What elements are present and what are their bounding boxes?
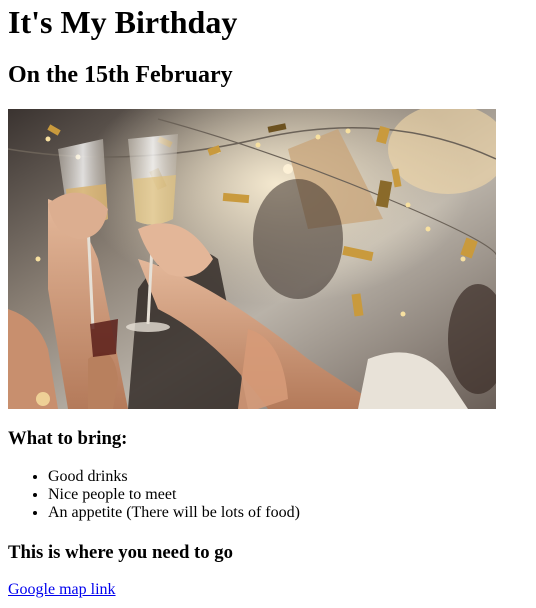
list-item: Good drinks <box>48 468 300 486</box>
bring-list: Good drinks Nice people to meet An appet… <box>8 468 300 522</box>
directions-heading: This is where you need to go <box>8 542 233 563</box>
list-item: Nice people to meet <box>48 486 300 504</box>
page-subtitle: On the 15th February <box>8 62 233 88</box>
party-photo <box>8 109 496 409</box>
list-item: An appetite (There will be lots of food) <box>48 504 300 522</box>
what-to-bring-heading: What to bring: <box>8 428 128 449</box>
party-photo-illustration <box>8 109 496 409</box>
google-map-link[interactable]: Google map link <box>8 581 116 599</box>
page-title: It's My Birthday <box>8 4 238 40</box>
